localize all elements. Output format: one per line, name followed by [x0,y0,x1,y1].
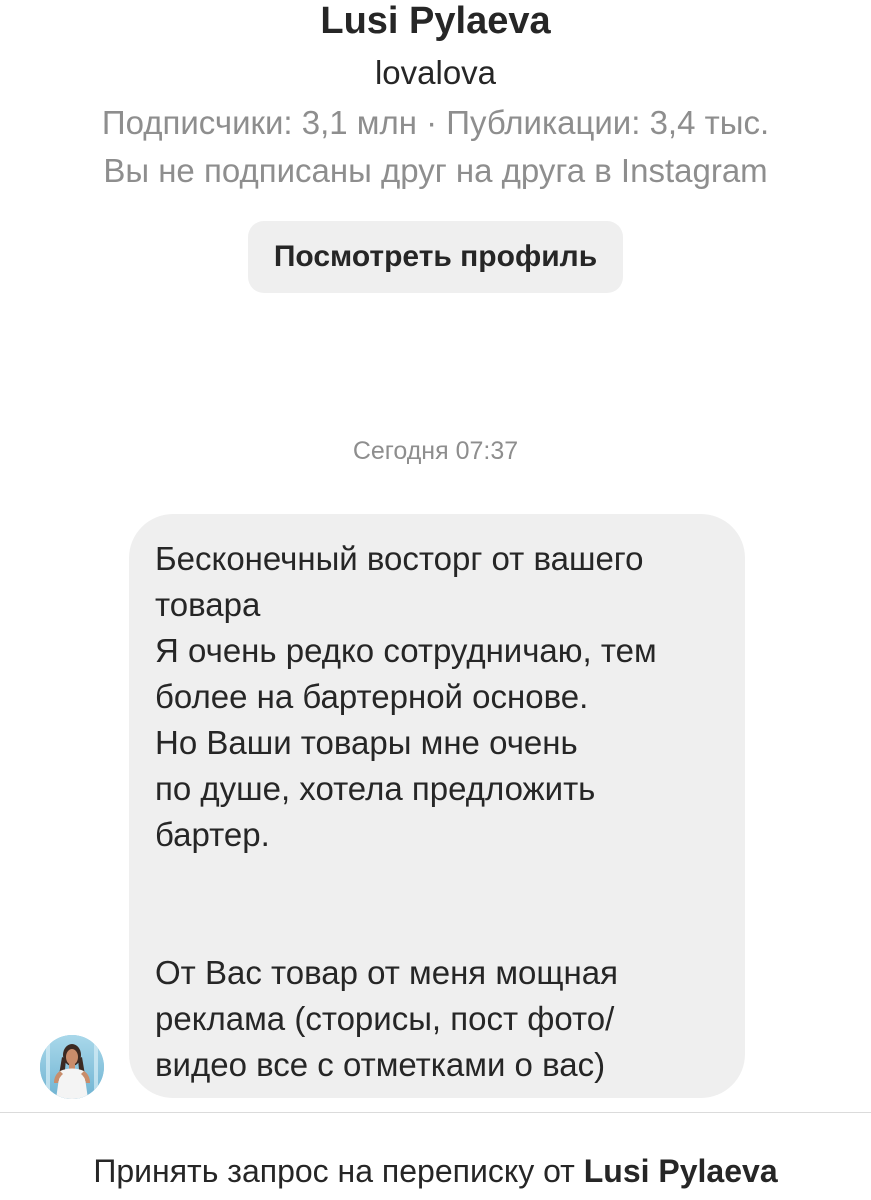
accept-request-name: Lusi Pylaeva [583,1153,778,1189]
message-line: товара [155,586,261,623]
view-profile-button[interactable]: Посмотреть профиль [248,221,623,293]
message-line: От Вас товар от меня мощная [155,954,618,991]
message-line: Бесконечный восторг от вашего [155,540,644,577]
message-line: Я очень редко сотрудничаю, тем [155,632,657,669]
profile-username: lovalova [374,54,497,91]
footer-divider [0,1112,871,1113]
message-line: более на бартерной основе. [155,678,589,715]
message-bubble[interactable]: Бесконечный восторг от вашего товара Я о… [129,514,745,1098]
message-line: видео все с отметками о вас) [155,1046,606,1083]
message-line [155,904,719,950]
profile-name[interactable]: Lusi Pylaeva [0,0,871,44]
message-line: по душе, хотела предложить [155,770,596,807]
message-line: Но Ваши товары мне очень [155,724,578,761]
message-timestamp: Сегодня 07:37 [352,437,519,465]
profile-stats: Подписчики: 3,1 млн · Публикации: 3,4 ты… [101,104,770,141]
avatar-photo-icon [40,1035,104,1099]
follow-status: Вы не подписаны друг на друга в Instagra… [103,152,768,189]
message-line: реклама (сторисы, пост фото/ [155,1000,615,1037]
message-line: бартер. [155,816,270,853]
message-line [155,858,719,904]
accept-request-prefix: Принять запрос на переписку от [93,1153,575,1189]
sender-avatar[interactable] [40,1035,104,1099]
accept-request-link[interactable]: Принять запрос на переписку от Lusi Pyla… [0,1150,871,1192]
